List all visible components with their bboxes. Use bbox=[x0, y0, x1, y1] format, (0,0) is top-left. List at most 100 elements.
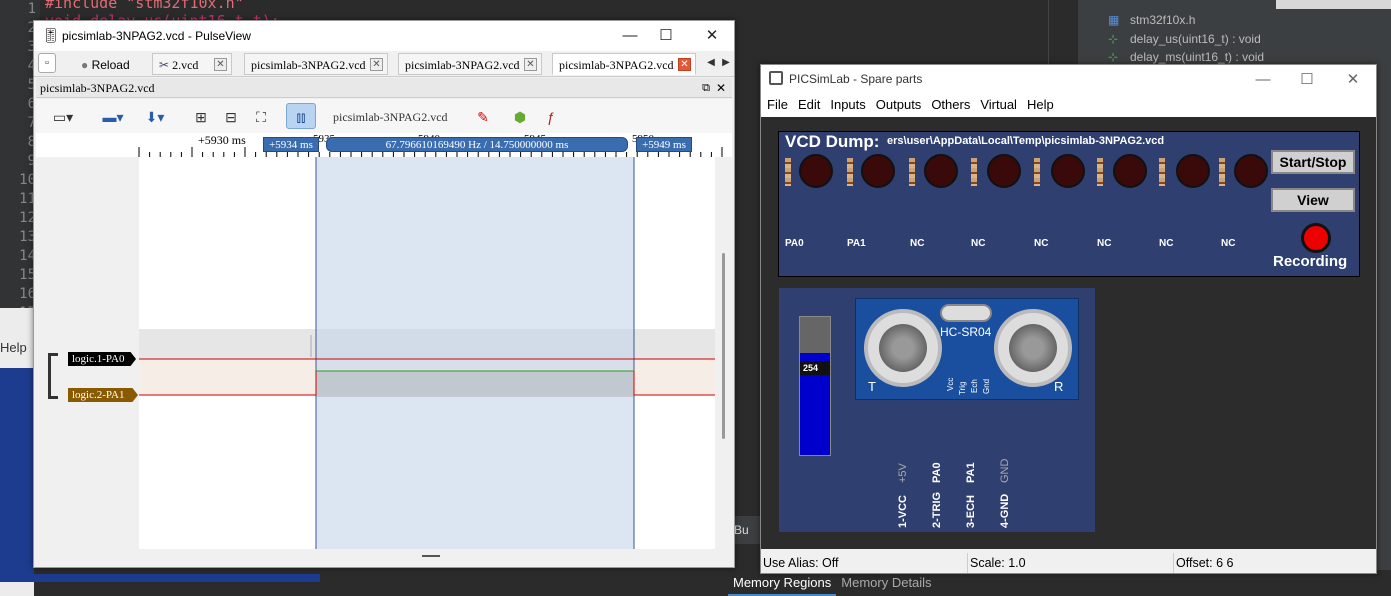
probe-icon[interactable]: ✎ bbox=[472, 103, 494, 129]
cursor-region bbox=[316, 157, 634, 549]
cursor-left-label[interactable]: +5934 ms bbox=[263, 137, 319, 152]
file-icon: ▦ bbox=[1108, 13, 1120, 27]
distance-slider[interactable]: 254 bbox=[799, 316, 831, 456]
small-pin-trig: Trig bbox=[958, 381, 967, 395]
pin-gnd-net: GND bbox=[999, 458, 1011, 483]
picsimlab-menubar: File Edit Inputs Outputs Others Virtual Help bbox=[761, 93, 1376, 117]
reload-button[interactable]: ● Reload bbox=[74, 53, 146, 75]
signal-label-pa0[interactable]: logic.1-PA0 bbox=[68, 352, 136, 366]
picsimlab-statusbar: Use Alias: Off Scale: 1.0 Offset: 6 6 bbox=[761, 551, 1376, 573]
zoom-fit-icon[interactable]: ⛶ bbox=[250, 103, 272, 129]
close-tab-icon[interactable]: ✕ bbox=[370, 58, 383, 71]
pin-label: NC bbox=[1159, 238, 1174, 249]
minimize-button[interactable]: — bbox=[612, 25, 648, 47]
close-tab-icon[interactable]: ✕ bbox=[214, 58, 227, 71]
menu-others[interactable]: Others bbox=[931, 93, 970, 117]
pin-label: NC bbox=[910, 238, 925, 249]
receiver-icon bbox=[994, 309, 1072, 387]
help-menu[interactable]: Help bbox=[0, 340, 27, 355]
slider-track-top bbox=[800, 317, 830, 353]
led-pa0 bbox=[799, 154, 833, 188]
save-file-icon[interactable]: ⬇▾ bbox=[136, 103, 174, 129]
menu-help[interactable]: Help bbox=[1027, 93, 1054, 117]
decoder-icon[interactable]: ⬢ bbox=[508, 103, 532, 129]
splitter-handle[interactable] bbox=[422, 555, 440, 557]
picsimlab-app-icon bbox=[769, 71, 783, 85]
status-alias: Use Alias: Off bbox=[763, 556, 839, 570]
picsimlab-titlebar: PICSimLab - Spare parts — ☐ ✕ bbox=[761, 65, 1376, 93]
small-pin-gnd: Gnd bbox=[982, 378, 991, 394]
led-pa1 bbox=[861, 154, 895, 188]
hc-sr04-part[interactable]: 254 HC-SR04 T R Vcc Trig Ech Gnd 1-VCC +… bbox=[779, 288, 1095, 532]
maximize-button[interactable]: ☐ bbox=[648, 25, 684, 47]
pin-label: NC bbox=[1221, 238, 1236, 249]
pin-label: PA1 bbox=[847, 238, 866, 249]
tab-session-2[interactable]: picsimlab-3NPAG2.vcd ✕ bbox=[244, 53, 388, 75]
resistor-icon bbox=[1219, 158, 1225, 186]
vcd-dump-part[interactable]: VCD Dump: ers\user\AppData\Local\Temp\pi… bbox=[778, 131, 1360, 277]
tab-scroll-right-icon[interactable]: ▶ bbox=[719, 51, 733, 73]
close-tab-icon[interactable]: ✕ bbox=[524, 58, 537, 71]
math-channel-icon[interactable]: ƒ bbox=[540, 103, 562, 129]
pulseview-window: 🎚 picsimlab-3NPAG2.vcd - PulseView — ☐ ✕… bbox=[33, 20, 735, 568]
resistor-icon bbox=[1159, 158, 1165, 186]
trace-canvas bbox=[139, 157, 715, 549]
resistor-icon bbox=[971, 158, 977, 186]
open-file-icon[interactable]: ▬▾ bbox=[94, 103, 132, 129]
tab-scroll-left-icon[interactable]: ◀ bbox=[704, 51, 718, 73]
led-nc-2 bbox=[987, 154, 1021, 188]
settings-icon: ✂ bbox=[159, 58, 170, 72]
pulseview-titlebar: 🎚 picsimlab-3NPAG2.vcd - PulseView — ☐ ✕ bbox=[34, 21, 734, 51]
start-stop-button[interactable]: Start/Stop bbox=[1271, 150, 1355, 174]
zoom-out-icon[interactable]: ⊟ bbox=[220, 103, 242, 129]
parts-canvas[interactable]: VCD Dump: ers\user\AppData\Local\Temp\pi… bbox=[761, 117, 1376, 549]
time-ruler[interactable]: +5930 ms 5935 5940 5945 5950 +5934 ms 67… bbox=[36, 133, 732, 157]
pin-gnd-num: 4-GND bbox=[999, 493, 1011, 528]
picsimlab-window: PICSimLab - Spare parts — ☐ ✕ File Edit In… bbox=[760, 64, 1377, 574]
zoom-in-icon[interactable]: ⊞ bbox=[190, 103, 212, 129]
pulseview-toolbar: ▭▾ ▬▾ ⬇▾ ⊞ ⊟ ⛶ ⫾⫾ picsimlab-3NPAG2.vcd ▼… bbox=[36, 99, 732, 149]
signal-label-pa1[interactable]: logic.2-PA1 bbox=[68, 388, 138, 402]
code-line-1[interactable]: #include "stm32f10x.h" bbox=[45, 0, 244, 12]
menu-file[interactable]: File bbox=[767, 93, 788, 117]
tab-session-1[interactable]: ✂ 2.vcd ✕ bbox=[152, 53, 232, 75]
menu-virtual[interactable]: Virtual bbox=[980, 93, 1017, 117]
sensor-name: HC-SR04 bbox=[940, 325, 992, 339]
session-subwindow-title: picsimlab-3NPAG2.vcd ⧉ ✕ bbox=[36, 78, 732, 98]
view-button[interactable]: View bbox=[1271, 188, 1355, 212]
device-select[interactable]: picsimlab-3NPAG2.vcd ▼ bbox=[332, 103, 462, 149]
outline-item-header[interactable]: ▦ stm32f10x.h bbox=[1108, 11, 1195, 29]
t-label: T bbox=[868, 379, 876, 394]
cursor-right-label[interactable]: +5949 ms bbox=[636, 137, 692, 152]
close-subwindow-icon[interactable]: ✕ bbox=[716, 78, 726, 98]
cursor-measurement-label[interactable]: 67.796610169490 Hz / 14.750000000 ms bbox=[326, 137, 628, 152]
trace-view[interactable] bbox=[139, 157, 715, 549]
float-icon[interactable]: ⧉ bbox=[702, 78, 710, 98]
menu-outputs[interactable]: Outputs bbox=[876, 93, 922, 117]
new-session-icon[interactable]: ▫ bbox=[38, 53, 56, 73]
ruler-time-label: +5930 ms bbox=[198, 133, 246, 147]
cursor-toggle-icon[interactable]: ⫾⫾ bbox=[286, 103, 316, 129]
led-nc-6 bbox=[1234, 154, 1268, 188]
board-preview-edge bbox=[0, 574, 320, 582]
menu-edit[interactable]: Edit bbox=[798, 93, 820, 117]
trace-vertical-scrollbar[interactable] bbox=[722, 253, 725, 439]
close-tab-icon[interactable]: ✕ bbox=[678, 58, 691, 71]
resistor-icon bbox=[1034, 158, 1040, 186]
pulseview-app-icon: 🎚 bbox=[42, 27, 60, 43]
small-pin-ech: Ech bbox=[970, 379, 979, 393]
vcd-title: VCD Dump: bbox=[785, 132, 880, 151]
board-preview bbox=[0, 368, 34, 580]
tab-session-3[interactable]: picsimlab-3NPAG2.vcd ✕ bbox=[398, 53, 542, 75]
tab-session-active[interactable]: picsimlab-3NPAG2.vcd ✕ bbox=[552, 53, 696, 75]
minimize-button[interactable]: — bbox=[1245, 69, 1281, 91]
close-button[interactable]: ✕ bbox=[1335, 69, 1371, 91]
new-view-icon[interactable]: ▭▾ bbox=[46, 103, 80, 129]
outline-item-delay-us[interactable]: ⊹ delay_us(uint16_t) : void bbox=[1108, 30, 1261, 48]
resistor-icon bbox=[785, 158, 791, 186]
menu-inputs[interactable]: Inputs bbox=[830, 93, 865, 117]
outline-toolbar[interactable] bbox=[1276, 0, 1391, 9]
led-nc-3 bbox=[1051, 154, 1085, 188]
close-button[interactable]: ✕ bbox=[694, 25, 730, 47]
maximize-button[interactable]: ☐ bbox=[1289, 69, 1325, 91]
